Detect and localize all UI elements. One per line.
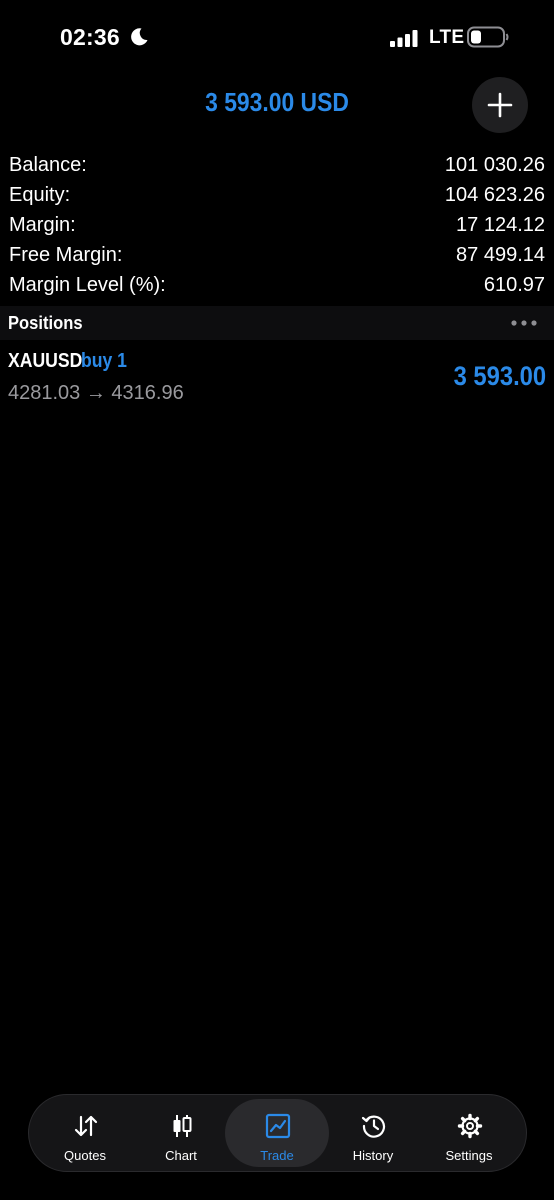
history-clock-icon xyxy=(361,1115,386,1138)
position-profit: 3 593.00 xyxy=(453,361,546,391)
tab-settings-label: Settings xyxy=(445,1148,493,1163)
quotes-arrows-icon xyxy=(74,1115,98,1137)
tab-trade[interactable]: Trade xyxy=(225,1099,329,1167)
status-bar: 02:36 LTE xyxy=(0,0,554,76)
add-order-button[interactable] xyxy=(472,77,528,133)
positions-title: Positions xyxy=(8,313,83,333)
tab-settings[interactable]: Settings xyxy=(417,1099,521,1167)
tab-quotes[interactable]: Quotes xyxy=(33,1099,137,1167)
margin-row: Margin: 17 124.12 xyxy=(0,210,554,240)
tab-trade-label: Trade xyxy=(260,1148,294,1163)
candlestick-icon xyxy=(173,1115,192,1137)
equity-row: Equity: 104 623.26 xyxy=(0,180,554,210)
header-balance: 3 593.00 USD xyxy=(205,87,349,117)
tab-chart-label: Chart xyxy=(165,1148,197,1163)
network-label: LTE xyxy=(429,27,465,48)
margin-label: Margin: xyxy=(9,214,76,236)
free-margin-row: Free Margin: 87 499.14 xyxy=(0,240,554,270)
balance-label: Balance: xyxy=(9,154,87,176)
gear-icon xyxy=(457,1113,483,1139)
tab-chart[interactable]: Chart xyxy=(129,1099,233,1167)
more-dots-icon[interactable] xyxy=(510,319,538,327)
position-type: buy 1 xyxy=(81,350,127,372)
signal-icon xyxy=(390,30,418,47)
positions-header: Positions xyxy=(0,306,554,340)
free-margin-value: 87 499.14 xyxy=(456,244,545,266)
position-prices: 4281.03 → 4316.96 xyxy=(8,382,184,404)
margin-level-label: Margin Level (%): xyxy=(9,274,166,296)
balance-value: 101 030.26 xyxy=(444,154,545,176)
plus-icon xyxy=(487,92,513,118)
margin-level-row: Margin Level (%): 610.97 xyxy=(0,270,554,300)
status-time: 02:36 xyxy=(60,24,120,50)
trade-chart-icon xyxy=(265,1113,291,1139)
balance-row: Balance: 101 030.26 xyxy=(0,150,554,180)
margin-level-value: 610.97 xyxy=(483,274,545,296)
margin-value: 17 124.12 xyxy=(456,214,545,236)
free-margin-label: Free Margin: xyxy=(9,244,123,266)
tab-bar: Quotes Chart Trade History Settings xyxy=(28,1094,527,1172)
equity-label: Equity: xyxy=(9,184,71,206)
tab-history-label: History xyxy=(352,1148,394,1163)
tab-history[interactable]: History xyxy=(321,1099,425,1167)
tab-quotes-label: Quotes xyxy=(64,1148,106,1163)
trade-screen: 02:36 LTE 3 593.00 USD Balance: 101 030.… xyxy=(0,0,554,1200)
moon-icon xyxy=(131,28,148,46)
position-row[interactable]: XAUUSD buy 1 4281.03 → 4316.96 3 593.00 xyxy=(0,345,554,409)
account-summary: Balance: 101 030.26 Equity: 104 623.26 M… xyxy=(0,150,554,300)
position-symbol: XAUUSD xyxy=(8,350,83,372)
equity-value: 104 623.26 xyxy=(444,184,545,206)
battery-icon xyxy=(467,26,509,48)
